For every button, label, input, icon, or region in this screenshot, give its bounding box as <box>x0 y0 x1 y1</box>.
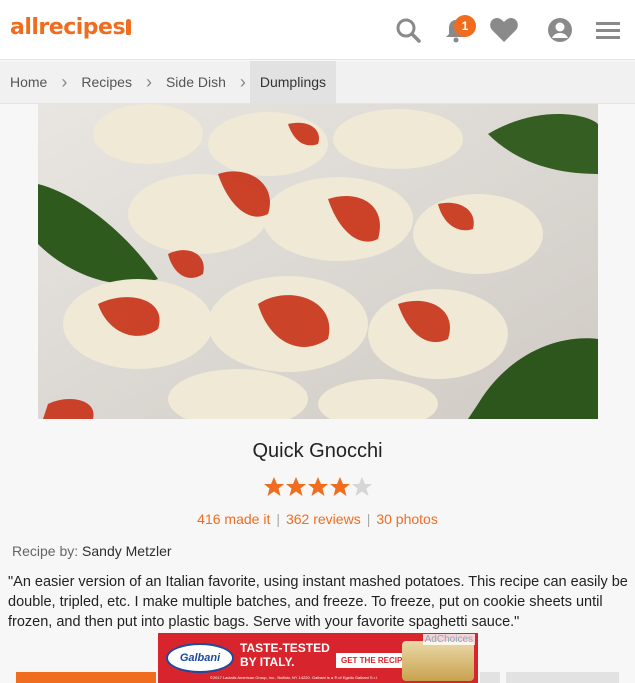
author-link[interactable]: Sandy Metzler <box>82 543 171 559</box>
heart-icon[interactable] <box>488 14 520 46</box>
ad-fine-print: ©2017 Lactalis American Group, Inc., Buf… <box>210 675 378 680</box>
breadcrumb-side-dish[interactable]: Side Dish <box>156 61 236 104</box>
breadcrumb-dumplings[interactable]: Dumplings <box>249 60 337 104</box>
breadcrumb: Home › Recipes › Side Dish › Dumplings <box>0 60 635 104</box>
divider: | <box>366 511 371 527</box>
recipe-description: "An easier version of an Italian favorit… <box>8 574 628 630</box>
photos-link[interactable]: 30 photos <box>376 511 438 527</box>
ad-headline-line-2: BY ITALY. <box>240 655 295 669</box>
recipe-title: Quick Gnocchi <box>252 440 383 462</box>
chevron-right-icon: › <box>61 71 68 92</box>
ad-headline-line-1: TASTE-TESTED <box>240 641 330 655</box>
galbani-logo: Galbani <box>166 643 234 673</box>
advertisement-banner[interactable]: Galbani TASTE-TESTED BY ITALY. GET THE R… <box>158 633 478 683</box>
byline-label: Recipe by: <box>12 543 79 559</box>
gray-action-button[interactable] <box>480 672 500 683</box>
orange-action-button[interactable] <box>16 672 156 683</box>
menu-icon[interactable] <box>592 14 624 46</box>
recipe-byline: Recipe by: Sandy Metzler <box>12 543 172 559</box>
chevron-right-icon: › <box>239 71 246 92</box>
breadcrumb-home[interactable]: Home <box>0 61 57 104</box>
star-rating[interactable] <box>0 476 635 503</box>
allrecipes-logo[interactable]: allrecipes <box>10 15 132 40</box>
reviews-link[interactable]: 362 reviews <box>286 511 361 527</box>
rating-stars-icon <box>263 477 372 496</box>
breadcrumb-recipes[interactable]: Recipes <box>71 61 142 104</box>
recipe-photo[interactable] <box>38 104 598 419</box>
divider: | <box>276 511 280 527</box>
spoon-icon <box>126 19 132 35</box>
gray-action-button[interactable] <box>506 672 619 683</box>
user-avatar-icon[interactable] <box>544 14 576 46</box>
recipe-stats: 416 made it | 362 reviews | 30 photos <box>0 511 635 527</box>
ad-food-image <box>402 641 474 681</box>
search-icon[interactable] <box>392 14 424 46</box>
adchoices-link[interactable]: AdChoices <box>422 634 475 645</box>
chevron-right-icon: › <box>145 71 152 92</box>
top-nav-bar: allrecipes 1 <box>0 0 635 60</box>
logo-text: allrecipes <box>10 15 126 40</box>
made-it-link[interactable]: 416 made it <box>197 511 270 527</box>
notification-badge: 1 <box>454 15 476 37</box>
ad-headline: TASTE-TESTED BY ITALY. <box>240 641 330 669</box>
